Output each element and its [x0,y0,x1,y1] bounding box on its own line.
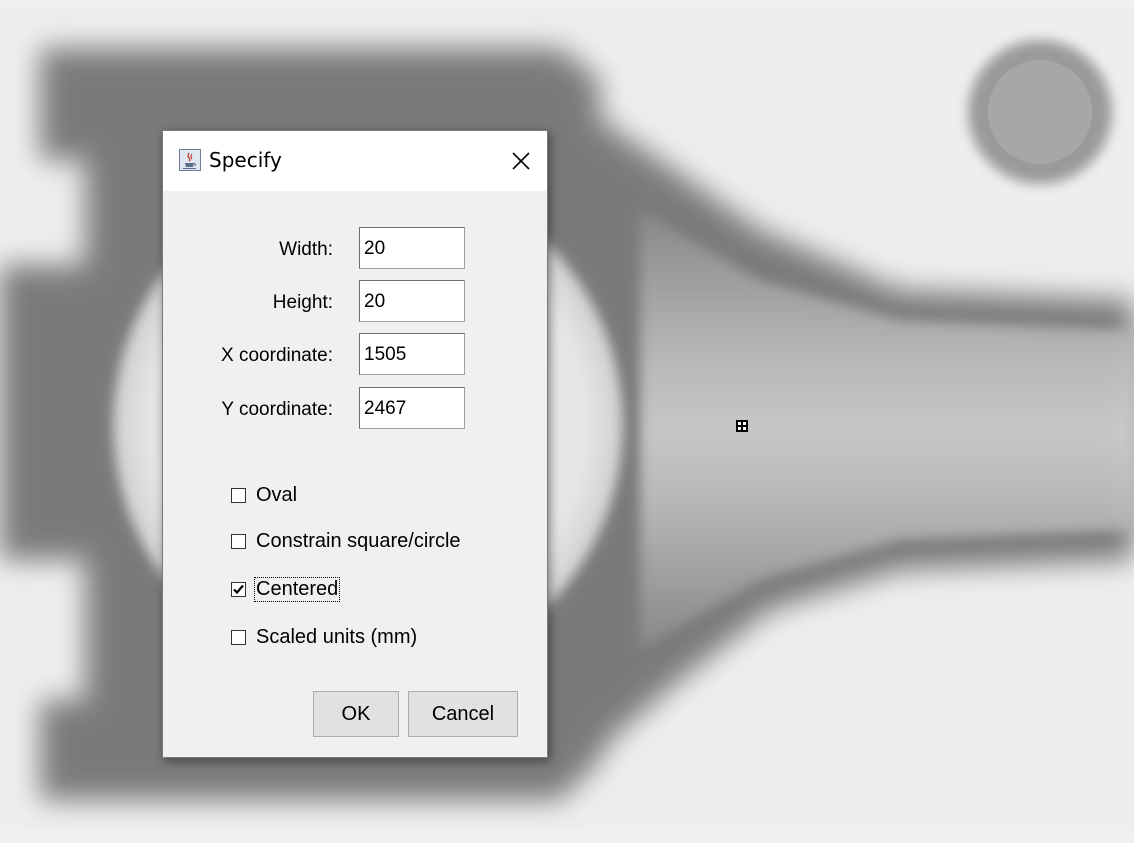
scaled-units-label: Scaled units (mm) [256,625,418,648]
width-field[interactable] [359,227,465,269]
constrain-label: Constrain square/circle [256,529,461,552]
checkmark-icon [233,584,244,594]
cancel-button[interactable]: Cancel [408,691,518,737]
oval-label: Oval [256,483,298,506]
dialog-titlebar[interactable]: Specify [163,131,547,191]
specify-dialog: Specify Width: Height: X coordinate: Y c… [162,130,548,758]
height-label: Height: [272,292,333,313]
centered-label: Centered [253,576,341,602]
scaled-units-option[interactable]: Scaled units (mm) [231,623,418,651]
scaled-units-checkbox[interactable] [231,629,246,645]
close-icon [512,152,530,170]
constrain-option[interactable]: Constrain square/circle [231,527,462,555]
ok-button[interactable]: OK [313,691,399,737]
dialog-title: Specify [209,148,282,172]
y-coordinate-label: Y coordinate: [221,399,333,420]
x-coordinate-label: X coordinate: [221,345,333,366]
centered-option[interactable]: Centered [231,575,341,603]
y-coordinate-field[interactable] [359,387,465,429]
selection-marker-icon[interactable] [734,418,750,434]
height-field[interactable] [359,280,465,322]
x-coordinate-field[interactable] [359,333,465,375]
width-label: Width: [279,239,333,260]
close-button[interactable] [501,141,541,181]
oval-checkbox[interactable] [231,487,246,503]
oval-option[interactable]: Oval [231,481,298,509]
constrain-checkbox[interactable] [231,533,246,549]
java-cup-icon [179,149,201,171]
centered-checkbox[interactable] [231,581,246,597]
